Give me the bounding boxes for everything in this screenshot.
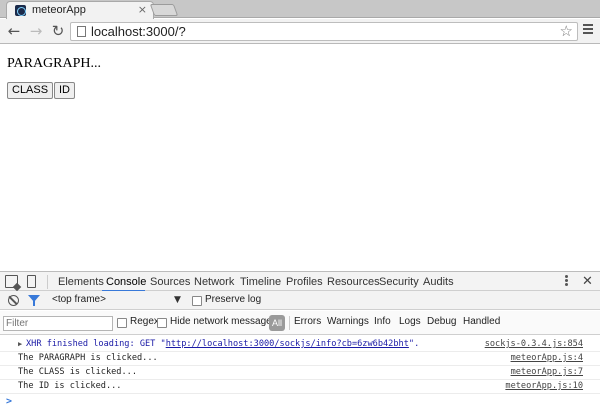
url-text[interactable]: localhost:3000/?: [91, 24, 186, 39]
log-message: The PARAGRAPH is clicked...: [18, 353, 158, 363]
tab-timeline[interactable]: Timeline: [240, 276, 281, 288]
clear-console-icon[interactable]: [8, 295, 19, 306]
filter-bar: Regex Hide network messages All Errors W…: [0, 311, 600, 335]
level-logs[interactable]: Logs: [399, 316, 421, 327]
close-devtools-icon[interactable]: ✕: [582, 274, 593, 289]
log-row: The ID is clicked... meteorApp.js:10: [0, 380, 600, 394]
page-icon: [77, 26, 86, 37]
star-icon[interactable]: ☆: [560, 22, 573, 40]
level-warnings[interactable]: Warnings: [327, 316, 369, 327]
regex-checkbox[interactable]: [117, 318, 127, 328]
browser-tab[interactable]: meteorApp ×: [6, 1, 154, 19]
menu-icon[interactable]: [583, 24, 595, 38]
browser-toolbar: ← → ↻ localhost:3000/? ☆: [0, 19, 600, 44]
xhr-suffix: ".: [408, 339, 420, 349]
tab-console[interactable]: Console: [106, 276, 146, 288]
tab-profiles[interactable]: Profiles: [286, 276, 323, 288]
class-button[interactable]: CLASS: [7, 82, 54, 99]
log-message: The CLASS is clicked...: [18, 367, 137, 377]
expand-arrow-icon[interactable]: ▶: [18, 338, 22, 351]
level-info[interactable]: Info: [374, 316, 391, 327]
chevron-down-icon[interactable]: ▼: [174, 295, 181, 305]
log-source-link[interactable]: meteorApp.js:10: [505, 380, 583, 393]
divider: [289, 316, 290, 330]
console-prompt[interactable]: >: [6, 396, 12, 407]
filter-input[interactable]: [3, 316, 113, 331]
tab-network[interactable]: Network: [194, 276, 234, 288]
new-tab-button[interactable]: [149, 4, 179, 16]
frame-select[interactable]: <top frame>: [52, 294, 106, 305]
log-row: The PARAGRAPH is clicked... meteorApp.js…: [0, 352, 600, 366]
preserve-log-label: Preserve log: [205, 294, 262, 305]
log-message: XHR finished loading: GET "http://localh…: [26, 338, 419, 351]
meteor-favicon-icon: [15, 5, 26, 16]
level-all-button[interactable]: All: [269, 315, 285, 331]
hide-network-label: Hide network messages: [170, 316, 277, 327]
level-debug[interactable]: Debug: [427, 316, 456, 327]
back-icon[interactable]: ←: [5, 22, 23, 40]
log-row: The CLASS is clicked... meteorApp.js:7: [0, 366, 600, 380]
xhr-prefix: XHR finished loading: GET ": [26, 339, 166, 349]
preserve-log-checkbox[interactable]: [192, 296, 202, 306]
forward-icon[interactable]: →: [27, 22, 45, 40]
tab-sources[interactable]: Sources: [150, 276, 190, 288]
log-source-link[interactable]: meteorApp.js:4: [511, 352, 583, 365]
level-handled[interactable]: Handled: [463, 316, 500, 327]
tab-close-icon[interactable]: ×: [138, 3, 147, 16]
filter-icon[interactable]: [28, 295, 40, 306]
log-source-link[interactable]: meteorApp.js:7: [511, 366, 583, 379]
console-output: ▶ XHR finished loading: GET "http://loca…: [0, 336, 600, 410]
log-row: ▶ XHR finished loading: GET "http://loca…: [0, 338, 600, 352]
id-button[interactable]: ID: [54, 82, 75, 99]
xhr-url-link[interactable]: http://localhost:3000/sockjs/info?cb=6zw…: [166, 339, 409, 349]
devtools-tabbar: Elements Console Sources Network Timelin…: [0, 271, 600, 292]
device-mode-icon[interactable]: [27, 275, 36, 288]
divider: [47, 275, 48, 289]
more-options-icon[interactable]: [565, 275, 568, 287]
level-errors[interactable]: Errors: [294, 316, 321, 327]
page-content: PARAGRAPH... CLASS ID: [0, 45, 600, 270]
address-bar[interactable]: localhost:3000/? ☆: [70, 22, 578, 41]
tab-title: meteorApp: [32, 4, 86, 16]
inspect-element-icon[interactable]: [5, 275, 18, 288]
log-message: The ID is clicked...: [18, 381, 122, 391]
tab-elements[interactable]: Elements: [58, 276, 104, 288]
tab-strip: meteorApp ×: [0, 0, 600, 19]
console-toolbar: <top frame> ▼ Preserve log: [0, 291, 600, 310]
paragraph[interactable]: PARAGRAPH...: [7, 56, 101, 72]
tab-audits[interactable]: Audits: [423, 276, 454, 288]
hide-network-checkbox[interactable]: [157, 318, 167, 328]
log-source-link[interactable]: sockjs-0.3.4.js:854: [485, 338, 583, 351]
tab-security[interactable]: Security: [379, 276, 419, 288]
reload-icon[interactable]: ↻: [49, 22, 67, 40]
regex-label: Regex: [130, 316, 159, 327]
tab-resources[interactable]: Resources: [327, 276, 380, 288]
